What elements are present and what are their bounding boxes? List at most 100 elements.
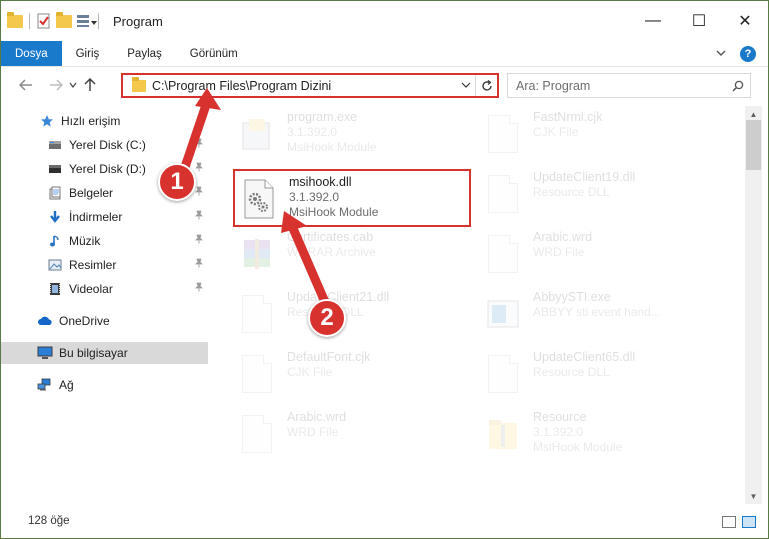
file-item[interactable]: UpdateClient19.dll Resource DLL [481, 170, 721, 228]
file-item[interactable]: UpdateClient21.dll Resource DLL [235, 290, 475, 348]
view-toggle [722, 516, 756, 528]
refresh-icon[interactable] [475, 75, 497, 96]
file-name: Arabic.wrd [533, 230, 593, 244]
chevron-down-icon[interactable] [716, 48, 726, 60]
ribbon-tabs: Dosya Giriş Paylaş Görünüm ? [1, 41, 768, 67]
search-input[interactable] [508, 74, 726, 97]
exe-icon [481, 290, 525, 338]
cloud-icon [37, 313, 53, 329]
maximize-button[interactable]: ☐ [676, 1, 722, 41]
sidebar-item-label: Videolar [69, 282, 113, 296]
tab-view[interactable]: Görünüm [176, 41, 252, 66]
properties-check-icon[interactable] [36, 13, 52, 29]
file-name: program.exe [287, 110, 358, 124]
pin-icon[interactable] [194, 186, 204, 199]
up-arrow-icon[interactable] [79, 74, 101, 96]
winrar-icon [235, 230, 279, 278]
file-name: msihook.dll [289, 175, 352, 189]
vertical-scrollbar[interactable]: ▲ ▼ [745, 106, 762, 504]
new-folder-icon[interactable] [56, 11, 72, 29]
dll-gear-icon [235, 290, 279, 338]
file-item[interactable]: AbbyySTI.exe ABBYY sti event hand... [481, 290, 721, 348]
file-item[interactable]: program.exe 3.1.392.0 MsiHook Module [235, 110, 475, 168]
music-icon [47, 233, 63, 249]
back-arrow-icon[interactable] [15, 74, 37, 96]
dll-gear-icon [481, 170, 525, 218]
file-description: MsiHook Module [289, 205, 379, 219]
pin-icon[interactable] [194, 138, 204, 151]
file-item[interactable]: UpdateClient65.dll Resource DLL [481, 350, 721, 408]
step-badge-2: 2 [308, 299, 346, 337]
pin-icon[interactable] [194, 258, 204, 271]
file-name: UpdateClient65.dll [533, 350, 636, 364]
dll-gear-icon [481, 350, 525, 398]
file-type: WinRAR Archive [287, 245, 376, 259]
close-button[interactable]: ✕ [722, 1, 768, 41]
window-controls: — ☐ ✕ [630, 1, 768, 41]
file-name: Certificates.cab [287, 230, 374, 244]
file-item[interactable]: Arabic.wrd WRD File [235, 410, 475, 468]
file-version: 3.1.392.0 [289, 190, 340, 204]
sidebar-item-local-disk-c[interactable]: Yerel Disk (C:) [1, 134, 208, 156]
file-type: ABBYY sti event hand... [533, 305, 661, 319]
recent-locations-chevron-icon[interactable] [67, 74, 79, 96]
videos-icon [47, 281, 63, 297]
sidebar-item-downloads[interactable]: İndirmeler [1, 206, 208, 228]
file-list: program.exe 3.1.392.0 MsiHook Module Fas… [211, 106, 745, 504]
status-bar: 128 öğe [1, 504, 768, 538]
pin-icon[interactable] [194, 162, 204, 175]
address-path[interactable]: C:\Program Files\Program Dizini [152, 79, 457, 93]
step-badge-1: 1 [158, 163, 196, 201]
network-icon [37, 377, 53, 393]
tab-home[interactable]: Giriş [62, 41, 114, 66]
customize-toolbar-icon[interactable] [76, 13, 97, 29]
sidebar-item-music[interactable]: Müzik [1, 230, 208, 252]
sidebar-item-label: İndirmeler [69, 210, 123, 224]
file-name: AbbyySTI.exe [533, 290, 611, 304]
sidebar-item-label: Yerel Disk (C:) [69, 138, 146, 152]
star-icon [39, 113, 55, 129]
scroll-down-icon[interactable]: ▼ [745, 488, 762, 504]
details-view-icon[interactable] [722, 516, 736, 528]
file-item-msihook-dll[interactable]: msihook.dll 3.1.392.0 MsiHook Module [233, 169, 471, 227]
sidebar-item-onedrive[interactable]: OneDrive [1, 310, 208, 332]
pin-icon[interactable] [194, 210, 204, 223]
forward-arrow-icon[interactable] [45, 74, 67, 96]
tab-file[interactable]: Dosya [1, 41, 62, 66]
file-item[interactable]: DefaultFont.cjk CJK File [235, 350, 475, 408]
address-dropdown-icon[interactable] [457, 80, 475, 91]
sidebar-item-this-pc[interactable]: Bu bilgisayar [1, 342, 208, 364]
minimize-button[interactable]: — [630, 1, 676, 41]
sidebar-item-label: Belgeler [69, 186, 114, 200]
sidebar-item-quick-access[interactable]: Hızlı erişim [1, 110, 208, 132]
sidebar-item-pictures[interactable]: Resimler [1, 254, 208, 276]
search-box[interactable] [507, 73, 751, 98]
file-description: MsiHook Module [287, 140, 377, 154]
document-icon [235, 350, 279, 398]
file-type: CJK File [533, 125, 579, 139]
computer-icon [37, 345, 53, 361]
file-name: UpdateClient19.dll [533, 170, 636, 184]
window-title: Program [113, 13, 163, 29]
file-type: WRD File [287, 425, 339, 439]
file-item[interactable]: Certificates.cab WinRAR Archive [235, 230, 475, 288]
document-icon [235, 410, 279, 458]
search-icon[interactable] [726, 80, 750, 92]
pin-icon[interactable] [194, 282, 204, 295]
scrollbar-thumb[interactable] [746, 120, 761, 170]
file-item[interactable]: Resource 3.1.392.0 MsiHook Module [481, 410, 721, 468]
file-item[interactable]: Arabic.wrd WRD File [481, 230, 721, 288]
quick-access-toolbar: Program [1, 1, 163, 41]
sidebar-item-videos[interactable]: Videolar [1, 278, 208, 300]
help-icon[interactable]: ? [740, 45, 756, 62]
sidebar-item-network[interactable]: Ağ [1, 374, 208, 396]
file-type: Resource DLL [533, 185, 610, 199]
file-name: FastNrml.cjk [533, 110, 603, 124]
file-item[interactable]: FastNrml.cjk CJK File [481, 110, 721, 168]
tab-share[interactable]: Paylaş [113, 41, 176, 66]
pin-icon[interactable] [194, 234, 204, 247]
address-bar[interactable]: C:\Program Files\Program Dizini [121, 73, 499, 98]
item-count: 128 öğe [28, 515, 70, 527]
tiles-view-icon[interactable] [742, 516, 756, 528]
toolbar-divider [98, 13, 99, 29]
